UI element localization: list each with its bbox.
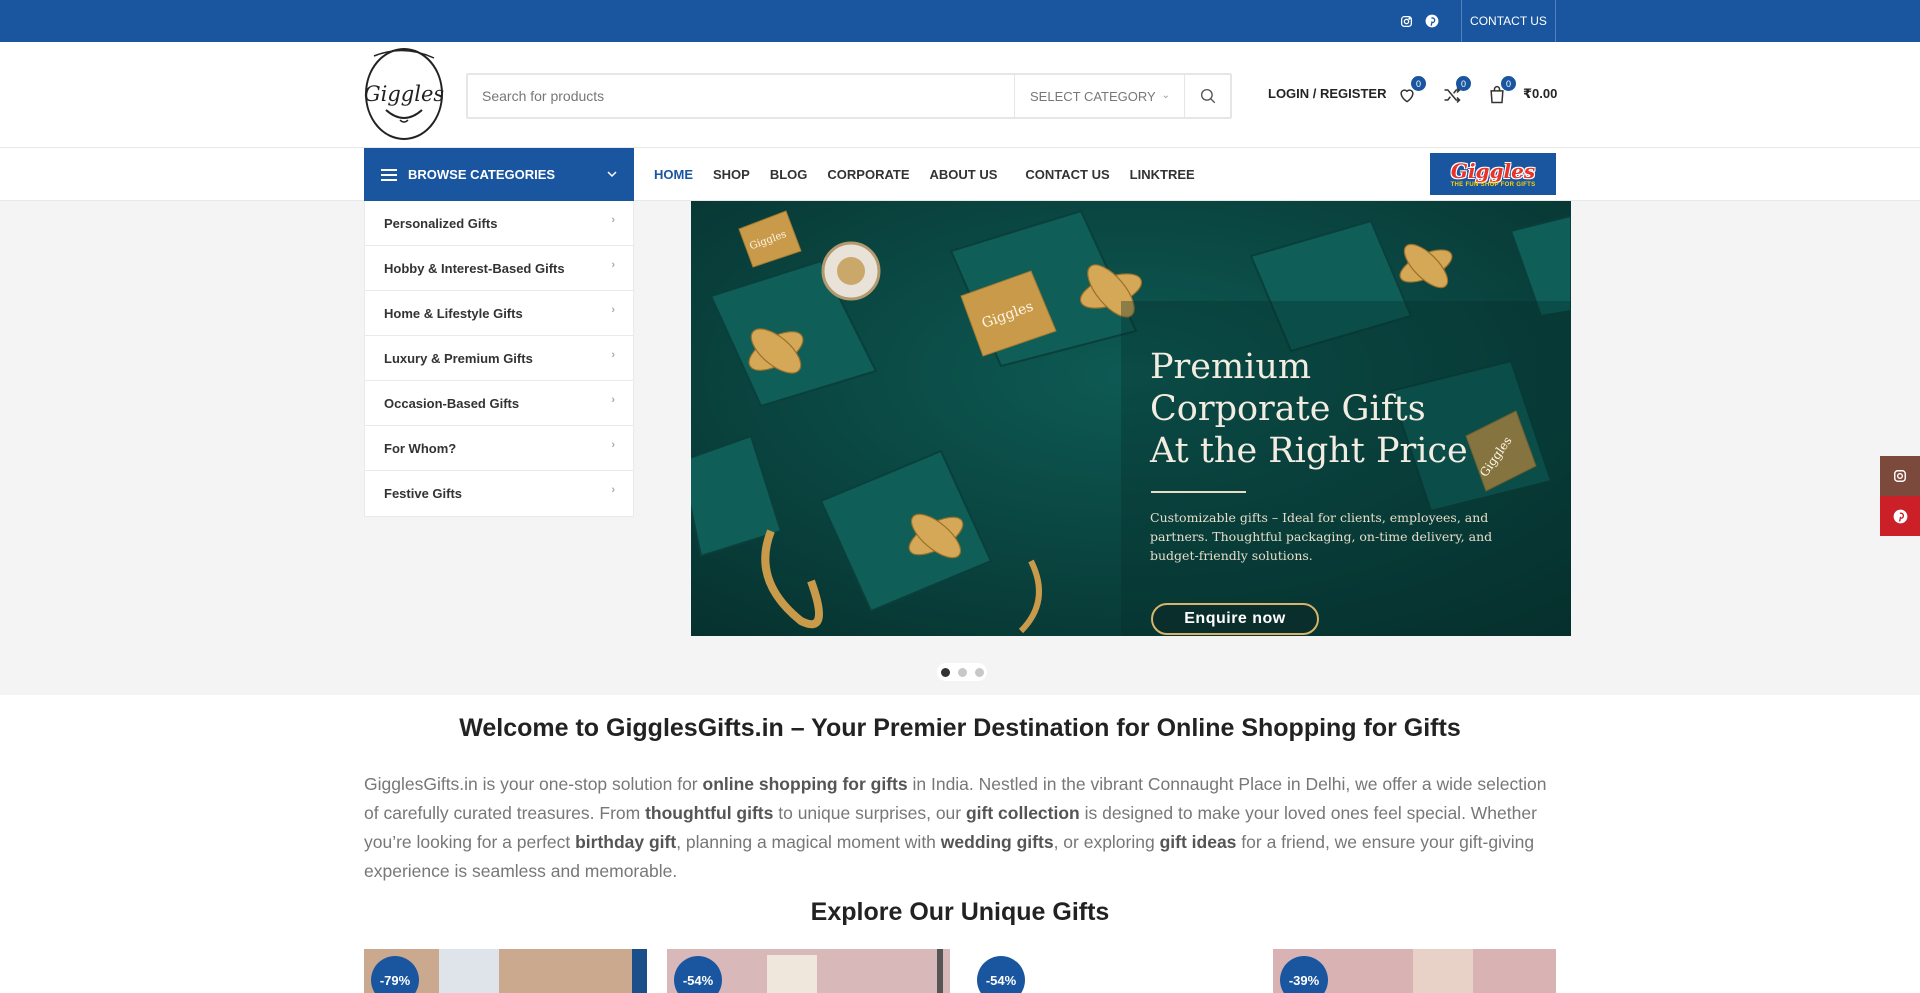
category-item-home-lifestyle[interactable]: Home & Lifestyle Gifts › — [365, 291, 633, 336]
chevron-right-icon: › — [611, 259, 615, 271]
chevron-down-icon — [607, 171, 617, 178]
chevron-down-icon: ⌄ — [1161, 90, 1170, 101]
welcome-keyword: gift collection — [965, 803, 1080, 823]
category-item-festive[interactable]: Festive Gifts › — [365, 471, 633, 516]
category-label: Luxury & Premium Gifts — [384, 350, 533, 366]
category-label: Occasion-Based Gifts — [384, 395, 520, 411]
category-label: Personalized Gifts — [384, 215, 498, 231]
hero-slide[interactable]: Giggles Giggles Giggles Premium Corporate … — [691, 201, 1571, 636]
welcome-text-segment: GigglesGifts.in is your one-stop solutio… — [364, 774, 703, 794]
product-card[interactable]: -54% — [667, 949, 950, 993]
category-item-luxury[interactable]: Luxury & Premium Gifts › — [365, 336, 633, 381]
top-bar: CONTACT US — [0, 0, 1920, 42]
site-logo[interactable]: Giggles — [364, 46, 444, 142]
welcome-keyword: birthday gift — [575, 832, 677, 852]
instagram-icon[interactable] — [1880, 456, 1920, 496]
welcome-paragraph: GigglesGifts.in is your one-stop solutio… — [364, 770, 1556, 886]
cart-total[interactable]: ₹0.00 — [1523, 86, 1557, 102]
category-item-hobby[interactable]: Hobby & Interest-Based Gifts › — [365, 246, 633, 291]
chevron-right-icon: › — [611, 439, 615, 451]
welcome-keyword: wedding gifts — [940, 832, 1054, 852]
cart-count-badge: 0 — [1501, 76, 1516, 91]
search-bar: SELECT CATEGORY ⌄ — [466, 73, 1232, 119]
menu-icon — [381, 168, 397, 181]
top-social-icons — [1398, 0, 1440, 42]
welcome-text-segment: , planning a magical moment with — [676, 832, 941, 852]
product-card[interactable]: -39% — [1273, 949, 1556, 993]
category-select-label: SELECT CATEGORY — [1030, 88, 1156, 104]
nav-item-about-us[interactable]: ABOUT US — [920, 167, 1008, 182]
explore-heading: Explore Our Unique Gifts — [810, 898, 1110, 926]
slider-dot[interactable] — [957, 667, 967, 677]
slide-title-line: At the Right Price — [1150, 431, 1468, 471]
chevron-right-icon: › — [611, 484, 615, 496]
header: Giggles SELECT CATEGORY ⌄ LOGIN / REGIST… — [0, 42, 1920, 148]
category-item-occasion[interactable]: Occasion-Based Gifts › — [365, 381, 633, 426]
pinterest-icon[interactable] — [1880, 496, 1920, 536]
search-button[interactable] — [1184, 75, 1230, 117]
product-card[interactable]: -79% — [364, 949, 647, 993]
compare-count-badge: 0 — [1456, 76, 1471, 91]
top-contact-link[interactable]: CONTACT US — [1462, 0, 1556, 42]
nav-promo-banner[interactable]: Giggles THE FUN SHOP FOR GIFTS — [1430, 153, 1556, 195]
slide-title-line: Premium — [1150, 347, 1312, 387]
login-register-link[interactable]: LOGIN / REGISTER — [1268, 86, 1386, 101]
cart-button[interactable]: 0 — [1484, 76, 1516, 108]
discount-badge: -54% — [977, 956, 1025, 993]
svg-text:Giggles: Giggles — [364, 82, 444, 106]
product-card[interactable]: -54% — [970, 949, 1253, 993]
pinterest-icon[interactable] — [1424, 13, 1440, 29]
nav-banner-subtitle: THE FUN SHOP FOR GIFTS — [1450, 182, 1536, 188]
slide-title: Premium Corporate Gifts At the Right Pri… — [1150, 346, 1468, 472]
category-label: For Whom? — [384, 440, 457, 456]
nav-item-contact-us[interactable]: CONTACT US — [1015, 167, 1119, 182]
main-navigation: HOME SHOP BLOG CORPORATE ABOUT US CONTAC… — [654, 148, 1205, 201]
slider-dot[interactable] — [974, 667, 984, 677]
welcome-keyword: thoughtful gifts — [645, 803, 774, 823]
slider-dot[interactable] — [940, 667, 950, 677]
welcome-text-segment: to unique surprises, our — [773, 803, 966, 823]
slide-title-line: Corporate Gifts — [1150, 389, 1426, 429]
instagram-icon[interactable] — [1398, 13, 1414, 29]
slide-description: Customizable gifts – Ideal for clients, … — [1150, 510, 1493, 563]
search-icon — [1200, 88, 1215, 104]
category-menu: Personalized Gifts › Hobby & Interest-Bas… — [364, 201, 634, 517]
slide-divider — [1151, 491, 1246, 493]
welcome-keyword: gift ideas — [1159, 832, 1237, 852]
welcome-keyword: online shopping for gifts — [702, 774, 908, 794]
enquire-now-button[interactable]: Enquire now — [1151, 603, 1319, 635]
nav-row: BROWSE CATEGORIES HOME SHOP BLOG CORPORA… — [0, 148, 1920, 201]
nav-item-shop[interactable]: SHOP — [703, 167, 760, 182]
browse-categories-button[interactable]: BROWSE CATEGORIES — [364, 148, 634, 201]
nav-item-home[interactable]: HOME — [654, 167, 703, 182]
nav-item-corporate[interactable]: CORPORATE — [817, 167, 919, 182]
nav-banner-title: Giggles — [1450, 159, 1536, 183]
wishlist-button[interactable]: 0 — [1394, 76, 1426, 108]
category-item-for-whom[interactable]: For Whom? › — [365, 426, 633, 471]
category-item-personalized[interactable]: Personalized Gifts › — [365, 201, 633, 246]
hero-section: Personalized Gifts › Hobby & Interest-Bas… — [0, 201, 1920, 695]
chevron-right-icon: › — [611, 214, 615, 226]
chevron-right-icon: › — [611, 349, 615, 361]
nav-item-blog[interactable]: BLOG — [760, 167, 818, 182]
category-select[interactable]: SELECT CATEGORY ⌄ — [1014, 75, 1184, 117]
category-label: Festive Gifts — [384, 486, 463, 501]
slider-pagination — [937, 663, 987, 681]
search-input[interactable] — [468, 75, 1014, 117]
nav-item-linktree[interactable]: LINKTREE — [1120, 167, 1205, 182]
side-social-bar — [1880, 456, 1920, 536]
welcome-heading: Welcome to GigglesGifts.in – Your Premie… — [459, 714, 1461, 742]
compare-button[interactable]: 0 — [1439, 76, 1471, 108]
wishlist-count-badge: 0 — [1411, 76, 1426, 91]
welcome-text-segment: , or exploring — [1053, 832, 1160, 852]
category-label: Home & Lifestyle Gifts — [384, 305, 523, 321]
chevron-right-icon: › — [611, 304, 615, 316]
category-label: Hobby & Interest-Based Gifts — [384, 260, 565, 276]
browse-categories-label: BROWSE CATEGORIES — [408, 167, 556, 182]
chevron-right-icon: › — [611, 394, 615, 406]
